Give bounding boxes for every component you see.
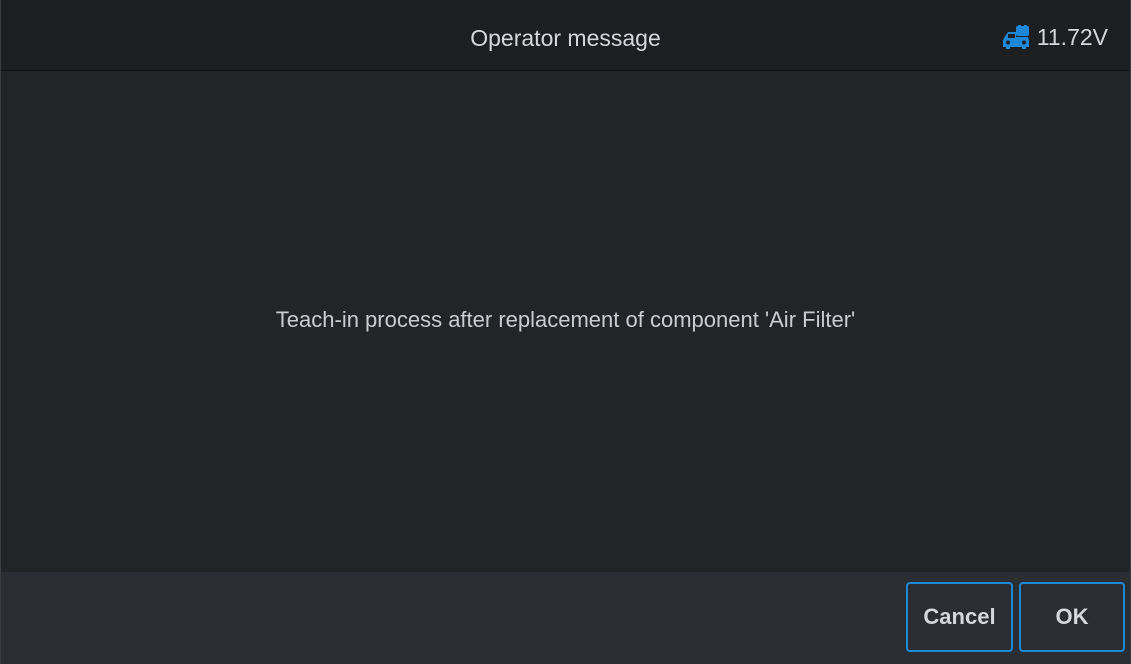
- cancel-button[interactable]: Cancel: [906, 582, 1013, 652]
- title-bar: Operator message 11.72V: [1, 0, 1130, 71]
- operator-message-text: Teach-in process after replacement of co…: [275, 307, 856, 332]
- battery-status: 11.72V: [1001, 0, 1108, 71]
- page-title: Operator message: [470, 25, 661, 51]
- voltage-readout: 11.72V: [1036, 24, 1108, 50]
- ok-button[interactable]: OK: [1019, 582, 1125, 652]
- app-screen: Operator message 11.72V Teach-in process…: [0, 0, 1131, 664]
- message-area: Teach-in process after replacement of co…: [1, 71, 1130, 572]
- car-battery-icon: [1001, 24, 1031, 51]
- button-bar: Cancel OK: [1, 572, 1130, 664]
